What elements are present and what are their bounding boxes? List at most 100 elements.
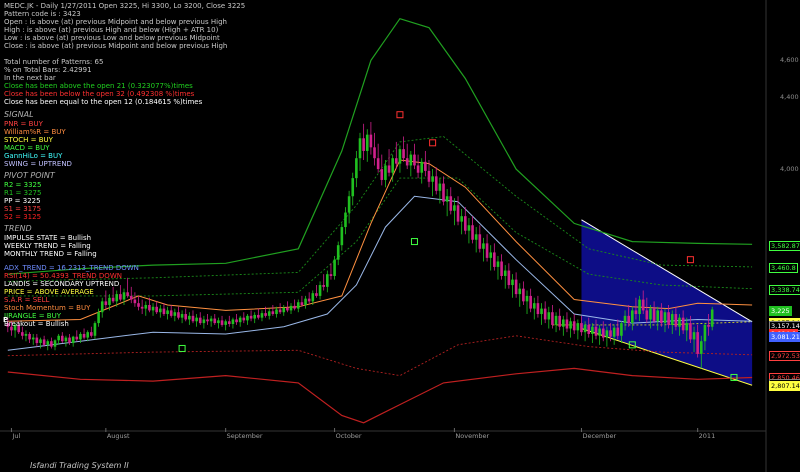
candle-body bbox=[609, 330, 612, 337]
candle-body bbox=[641, 299, 645, 311]
candle-body bbox=[536, 303, 540, 315]
signal-item: MACD = BUY bbox=[4, 144, 50, 152]
candle-body bbox=[369, 134, 373, 148]
candle-body bbox=[467, 225, 471, 231]
candle-body bbox=[660, 310, 663, 324]
candle-body bbox=[384, 165, 387, 180]
chart-window: MEDC.JK - Daily 1/27/2011 Open 3225, Hi … bbox=[0, 0, 800, 472]
band-red-lower bbox=[7, 367, 753, 424]
candle-body bbox=[246, 315, 249, 321]
candle-body bbox=[616, 327, 620, 336]
candle-body bbox=[427, 170, 431, 182]
x-tick-label: November bbox=[455, 432, 490, 440]
price-label: 2,972.53 bbox=[769, 351, 800, 362]
pivot-title: PIVOT POINT bbox=[4, 171, 55, 180]
candle-body bbox=[678, 317, 681, 327]
price-axis[interactable]: 4,600 4,400 4,000 3,582.87 3,460.8 3,338.74 3,… bbox=[767, 0, 800, 472]
candle-body bbox=[326, 274, 329, 287]
candle-body bbox=[286, 307, 289, 311]
close-below: Close has been below the open 32 (0.4923… bbox=[4, 90, 195, 98]
signal-item: William%R = BUY bbox=[4, 128, 66, 136]
candle-body bbox=[333, 259, 336, 276]
candle-body bbox=[670, 314, 674, 325]
candle-body bbox=[562, 319, 565, 327]
candle-body bbox=[507, 270, 511, 286]
price-label: 3,081.21 bbox=[769, 331, 800, 342]
pattern-line-low: Low : is above (at) previous Low and bel… bbox=[4, 34, 220, 42]
candle-body bbox=[496, 261, 500, 267]
candle-body bbox=[594, 326, 598, 336]
candle-body bbox=[649, 308, 652, 320]
candle-body bbox=[395, 158, 398, 164]
signal-item: SWING = UPTREND bbox=[4, 160, 72, 168]
candle-body bbox=[82, 333, 86, 338]
candle-body bbox=[638, 299, 641, 315]
candle-body bbox=[583, 324, 587, 333]
candle-body bbox=[344, 212, 347, 228]
pattern-marker bbox=[396, 111, 404, 119]
y-tick-label: 4,000 bbox=[780, 165, 799, 174]
candle-body bbox=[402, 149, 405, 159]
candle-body bbox=[460, 216, 463, 222]
candle-body bbox=[522, 288, 525, 302]
price-label: 3,225 bbox=[769, 305, 792, 316]
candle-body bbox=[449, 196, 453, 211]
candle-body bbox=[318, 285, 322, 296]
candle-body bbox=[445, 196, 449, 202]
candle-body bbox=[315, 293, 318, 296]
x-tick-label: Jul bbox=[12, 432, 21, 440]
candle-body bbox=[267, 311, 271, 316]
candle-body bbox=[485, 243, 489, 258]
candle-body bbox=[601, 328, 605, 338]
candle-body bbox=[456, 205, 460, 222]
signal-list: PNR = BUY William%R = BUY STOCH = BUY MACD … bbox=[4, 120, 245, 168]
pivot-list: R2 = 3325 R1 = 3275 PP = 3225 S1 = 3175 S2 =… bbox=[4, 181, 245, 221]
candle-body bbox=[587, 324, 591, 334]
candle-body bbox=[282, 307, 286, 313]
candle-body bbox=[42, 339, 46, 345]
candle-body bbox=[631, 310, 634, 324]
candle-body bbox=[453, 205, 456, 211]
candle-body bbox=[634, 310, 638, 315]
y-tick-label: 4,600 bbox=[780, 56, 799, 65]
candle-body bbox=[703, 324, 707, 342]
candle-body bbox=[90, 332, 93, 336]
pattern-code: Pattern code is : 3423 bbox=[4, 10, 81, 18]
candle-body bbox=[398, 149, 402, 164]
candle-body bbox=[663, 312, 667, 324]
price-label: 3,582.87 bbox=[769, 240, 800, 251]
signal-item: GannHiLo = BUY bbox=[4, 152, 63, 160]
candle-body bbox=[304, 298, 307, 305]
candle-body bbox=[416, 165, 420, 173]
x-tick-label: 2011 bbox=[698, 432, 716, 440]
candle-body bbox=[278, 309, 282, 313]
candle-body bbox=[358, 138, 362, 159]
pattern-line-close: Close : is above (at) previous Midpoint … bbox=[4, 42, 228, 50]
indicator-item: JIRANGLE = BUY bbox=[4, 312, 61, 320]
candle-body bbox=[75, 336, 79, 340]
candle-body bbox=[431, 176, 434, 182]
x-tick-label: October bbox=[335, 432, 362, 440]
candle-body bbox=[362, 138, 365, 151]
x-tick-label: August bbox=[106, 432, 130, 440]
candle-body bbox=[289, 305, 293, 311]
indicator-item: ADX_TREND = 16.2313_TREND DOWN bbox=[4, 264, 139, 272]
candle-body bbox=[474, 234, 478, 240]
pivot-item: PP = 3225 bbox=[4, 197, 41, 205]
candle-body bbox=[681, 317, 685, 331]
candle-body bbox=[598, 328, 601, 336]
candle-body bbox=[373, 147, 376, 159]
indicator-item: Breakout = Bullish bbox=[4, 320, 69, 328]
next-bar: In the next bar bbox=[4, 74, 56, 82]
candle-body bbox=[685, 323, 689, 331]
close-above: Close has been above the open 21 (0.3230… bbox=[4, 82, 193, 90]
candle-body bbox=[627, 315, 630, 324]
indicator-item: LANDIS = SECONDARY UPTREND bbox=[4, 280, 120, 288]
pattern-marker bbox=[178, 344, 186, 352]
candle-body bbox=[424, 161, 427, 171]
candle-body bbox=[340, 227, 344, 246]
candle-body bbox=[692, 332, 696, 340]
candle-body bbox=[572, 321, 576, 331]
candle-body bbox=[547, 312, 551, 320]
candle-body bbox=[525, 295, 529, 302]
